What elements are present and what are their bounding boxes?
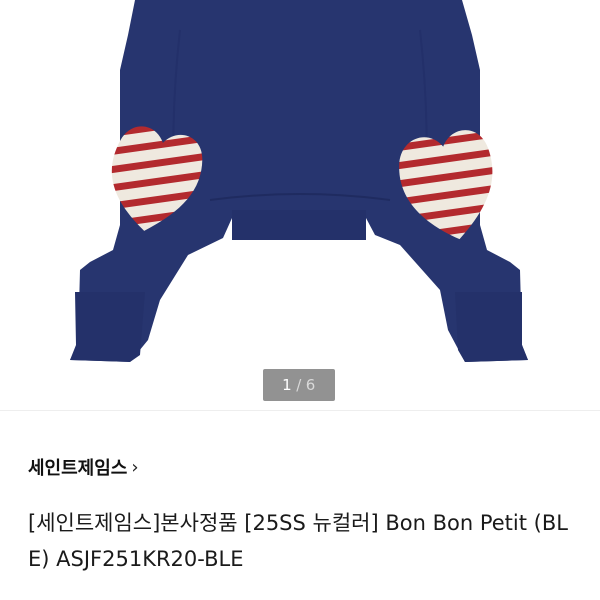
product-title: [세인트제임스]본사정품 [25SS 뉴컬러] Bon Bon Petit (B… bbox=[28, 511, 568, 571]
chevron-right-icon: › bbox=[131, 456, 139, 478]
brand-link[interactable]: 세인트제임스 › bbox=[28, 453, 139, 481]
sweater-image bbox=[70, 0, 528, 362]
total-image-count: 6 bbox=[305, 376, 316, 394]
current-image-index: 1 bbox=[282, 376, 293, 394]
brand-name: 세인트제임스 bbox=[28, 458, 128, 479]
image-pagination-badge: 1 / 6 bbox=[263, 369, 335, 401]
pagination-separator: / bbox=[296, 376, 302, 394]
section-divider bbox=[0, 410, 600, 411]
product-image-carousel[interactable]: 1 / 6 bbox=[0, 0, 600, 410]
